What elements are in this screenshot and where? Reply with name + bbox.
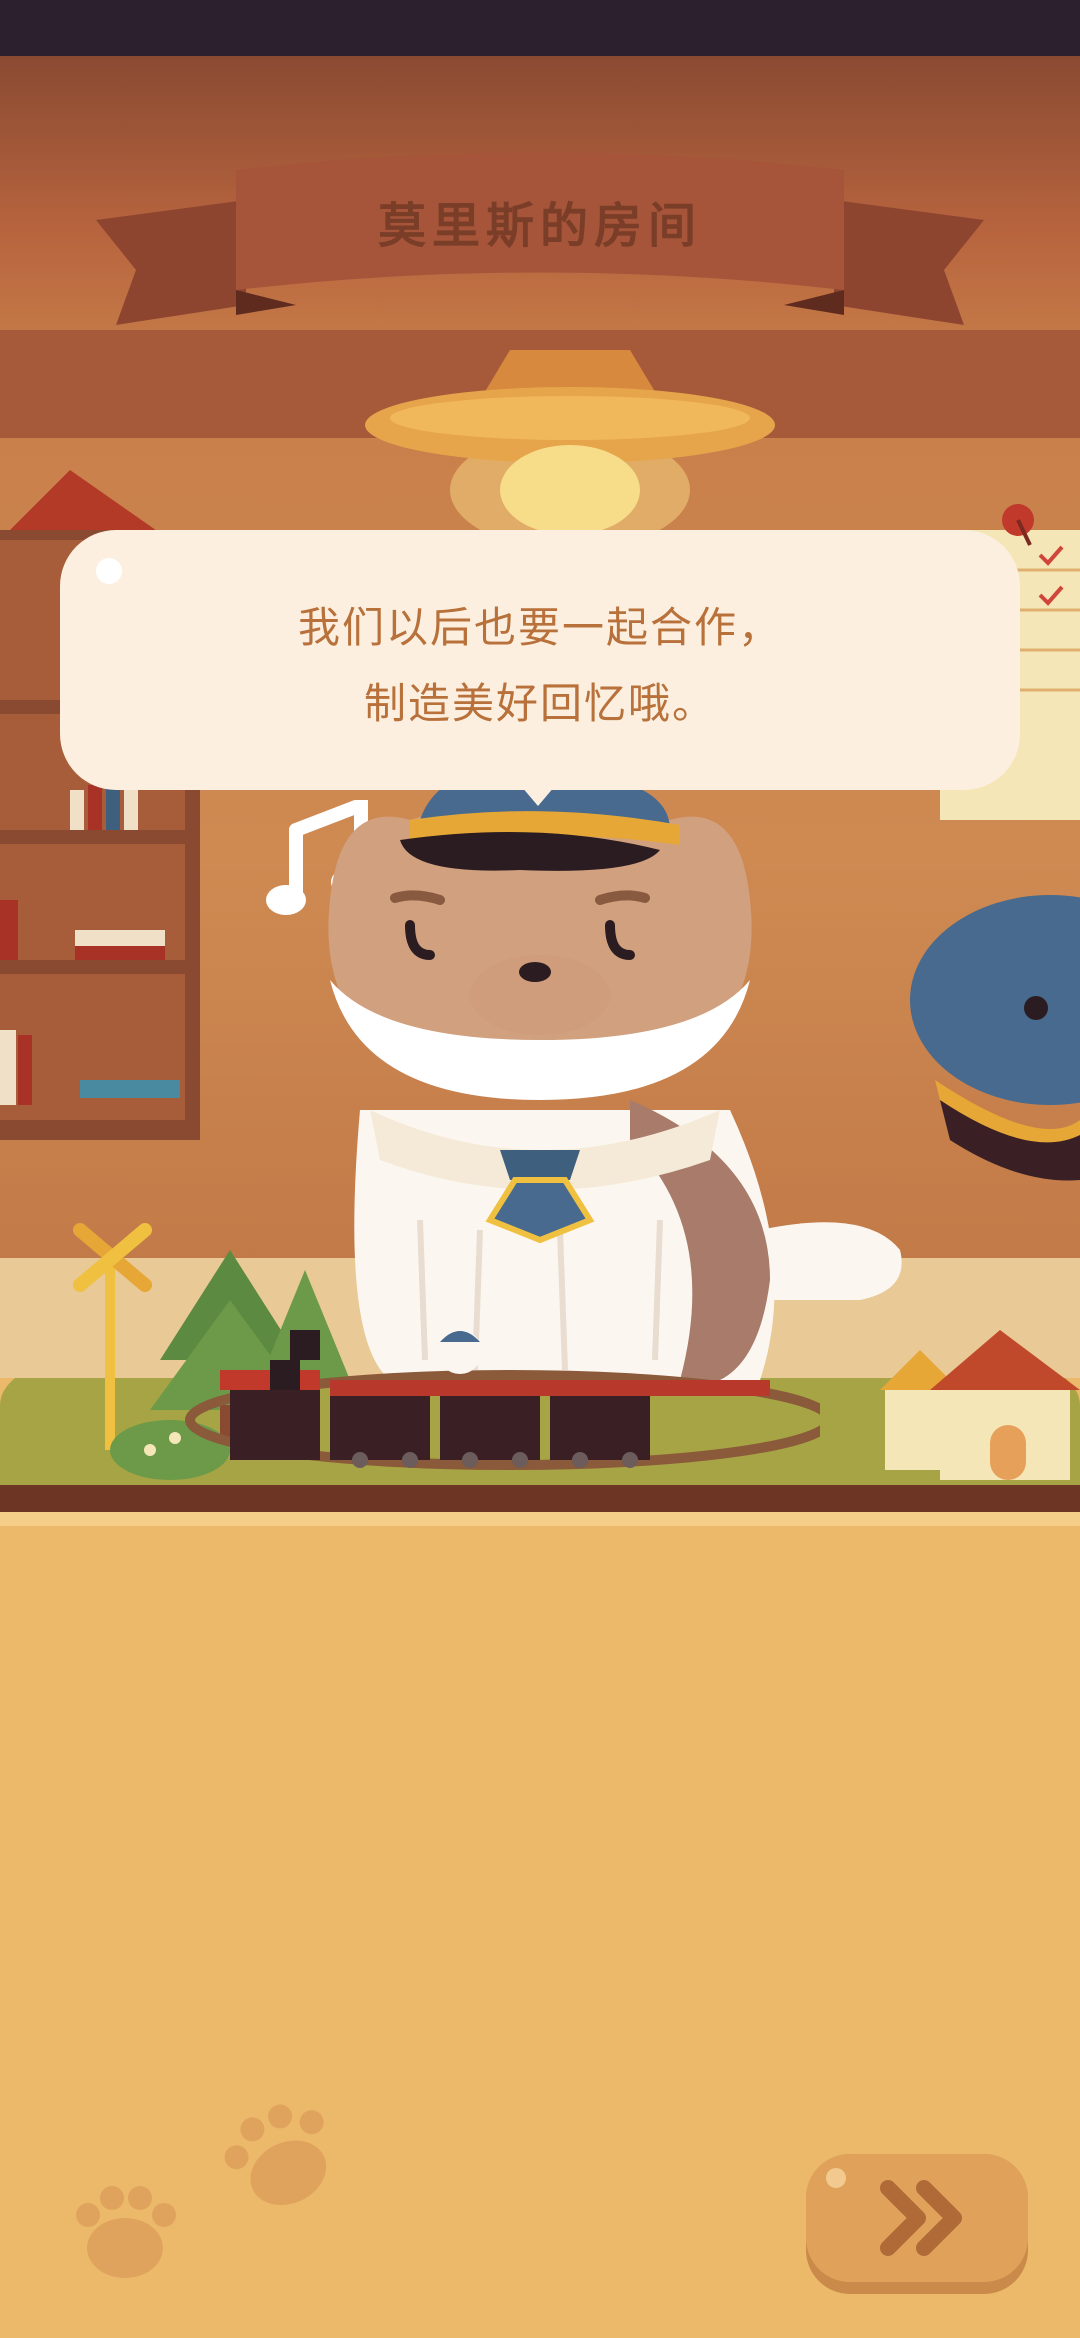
dialogue-line-1: 我们以后也要一起合作， [297,603,782,652]
toy-train-icon [185,1330,820,1470]
dialogue-line-2: 制造美好回忆哦。 [363,679,716,728]
status-bar [0,0,1080,56]
paw-print-icon [224,2104,327,2206]
dialogue-bubble-tail [516,780,560,806]
next-button[interactable] [806,2154,1028,2294]
floor-edge [0,1485,1080,1512]
paw-print-icon [76,2186,176,2278]
next-button-face [806,2154,1028,2282]
ceiling-lamp-icon [365,350,775,540]
panel-top-edge [0,1512,1080,1526]
toy-house-icon [880,1330,1080,1480]
dialogue-bubble: 我们以后也要一起合作， 制造美好回忆哦。 [60,530,1020,790]
bubble-shine [96,558,122,584]
double-chevron-right-icon [880,2180,962,2256]
room-title-banner: 莫里斯的房间 [96,140,984,330]
room-title: 莫里斯的房间 [377,200,702,253]
room-scene: 莫里斯的房间 我们以后也要一起合作， 制造美好回忆哦。 [0,0,1080,1512]
